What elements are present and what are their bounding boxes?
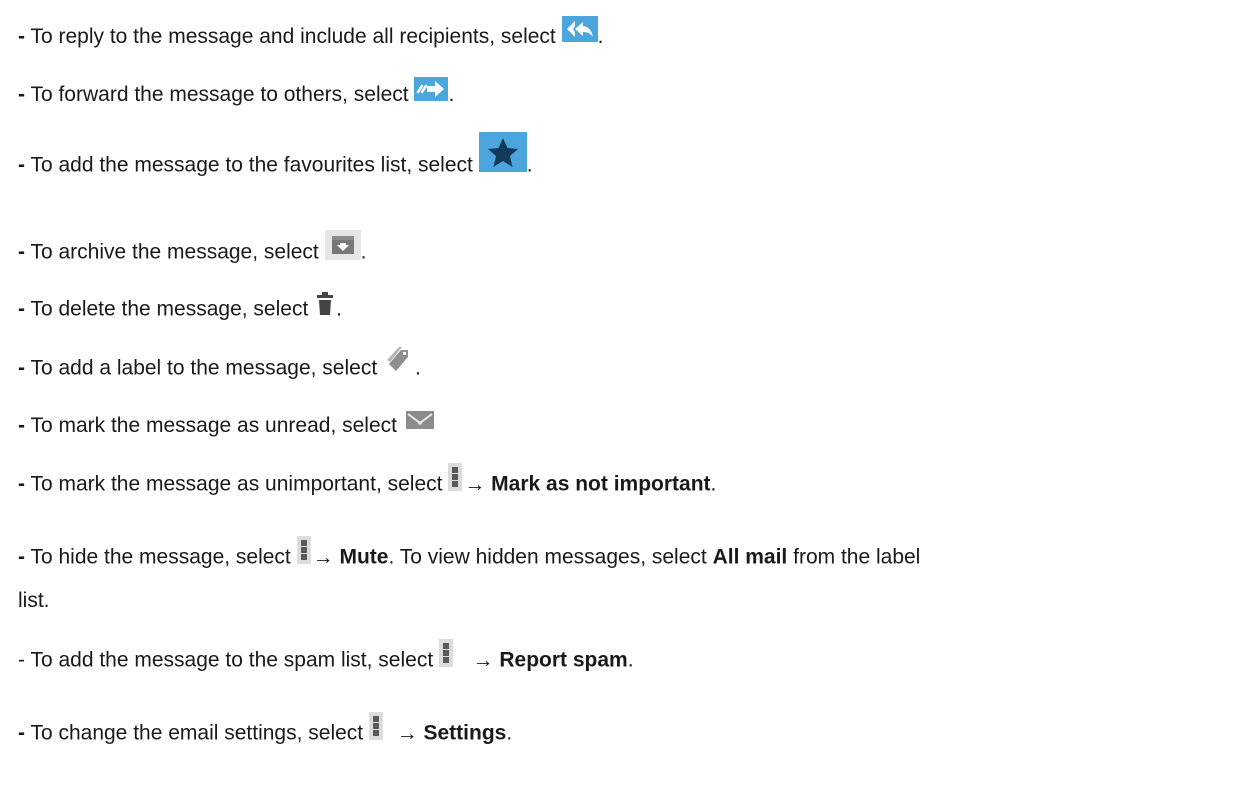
bullet-dash: - [18, 240, 25, 264]
bullet-dash: - [18, 297, 25, 321]
delete-instruction: - To delete the message, select . [18, 292, 342, 324]
instruction-text: To archive the message, select [25, 240, 325, 264]
more-options-icon [368, 712, 383, 740]
arrow: → [396, 721, 418, 745]
instruction-text: To delete the message, select [25, 297, 315, 321]
reply-all-instruction: - To reply to the message and include al… [18, 16, 604, 50]
menu-option: Mark as not important [491, 472, 711, 496]
mute-instruction-continued: list. [18, 588, 50, 614]
archive-icon [324, 230, 361, 260]
period: . [360, 240, 367, 264]
forward-icon [414, 77, 449, 102]
more-options-icon [439, 639, 454, 667]
label-instruction: - To add a label to the message, select … [18, 347, 421, 384]
reply-all-icon [561, 16, 598, 43]
more-options-icon [296, 536, 311, 564]
more-options-icon [448, 463, 463, 491]
period: . [336, 297, 342, 321]
forward-instruction: - To forward the message to others, sele… [18, 77, 455, 108]
instruction-text: To mark the message as unread, select [25, 414, 403, 437]
period: . [710, 472, 717, 496]
unread-instruction: - To mark the message as unread, select [18, 411, 437, 439]
instruction-text: To change the email settings, select [25, 721, 369, 745]
period: . [597, 25, 604, 48]
instruction-text: To forward the message to others, select [25, 83, 415, 106]
spam-instruction: - To add the message to the spam list, s… [18, 639, 634, 675]
instruction-text: To add the message to the favourites lis… [25, 153, 479, 177]
not-important-instruction: - To mark the message as unimportant, se… [18, 463, 717, 499]
arrow: → [472, 648, 494, 672]
instruction-text: To add a label to the message, select [25, 356, 384, 380]
bullet-dash: - [18, 721, 25, 745]
instruction-text: To reply to the message and include all … [25, 25, 562, 48]
bullet-dash: - [18, 545, 25, 569]
favourite-instruction: - To add the message to the favourites l… [18, 132, 533, 186]
bullet-dash: - [18, 414, 25, 437]
star-icon [478, 132, 527, 172]
instruction-text: To hide the message, select [25, 545, 297, 569]
archive-instruction: - To archive the message, select . [18, 230, 367, 268]
period: . [415, 356, 421, 380]
menu-option: Report spam [499, 648, 628, 672]
instruction-text: . To view hidden messages, select [388, 545, 713, 569]
menu-option: Mute [339, 545, 389, 569]
period: . [526, 153, 533, 177]
settings-instruction: - To change the email settings, select →… [18, 712, 513, 748]
trash-icon [314, 290, 336, 318]
instruction-text: To add the message to the spam list, sel… [25, 648, 440, 672]
instruction-text: from the label [787, 545, 921, 569]
menu-option: Settings [423, 721, 507, 745]
period: . [627, 648, 634, 672]
bullet-dash: - [18, 648, 25, 672]
period: . [506, 721, 513, 745]
bullet-dash: - [18, 83, 25, 106]
instruction-text: To mark the message as unimportant, sele… [25, 472, 449, 496]
label-name: All mail [712, 545, 788, 569]
period: . [448, 83, 455, 106]
arrow: → [312, 545, 334, 569]
mute-instruction: - To hide the message, select → Mute. To… [18, 536, 921, 572]
arrow: → [464, 472, 486, 496]
label-tag-icon [383, 344, 415, 374]
bullet-dash: - [18, 25, 25, 48]
instruction-text: list. [18, 589, 50, 612]
bullet-dash: - [18, 153, 25, 177]
unread-envelope-icon [403, 408, 437, 432]
bullet-dash: - [18, 472, 25, 496]
bullet-dash: - [18, 356, 25, 380]
